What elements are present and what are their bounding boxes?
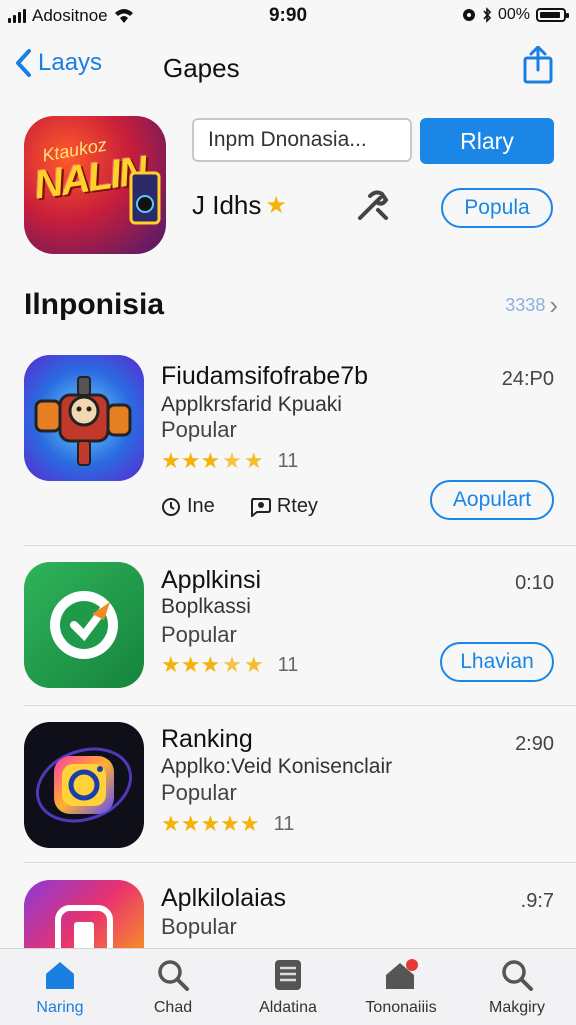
back-button[interactable]: Laays (14, 48, 102, 78)
instagram-icon (55, 905, 113, 948)
see-all-label: 3338 (505, 295, 546, 315)
see-all-link[interactable]: 3338 › (505, 290, 558, 321)
app-subtitle: Applkrsfarid Kpuaki (161, 393, 342, 416)
app-rating: ★★★★★ 11 (161, 652, 298, 678)
home-icon (46, 962, 74, 989)
app-icon-camera[interactable] (24, 722, 144, 848)
app-action-button[interactable]: Lhavian (440, 642, 554, 682)
app-rating: ★★★★★ 11 (161, 811, 294, 837)
app-time: 24:P0 (501, 368, 554, 390)
camera-icon (35, 747, 133, 823)
tab-home[interactable]: Naring (5, 957, 115, 1017)
notification-badge: 1 (418, 959, 424, 970)
star-icon: ★ (265, 192, 287, 219)
featured-app-icon[interactable]: Ktaukoz NALIN (24, 116, 166, 254)
tab-label: Makgiry (488, 999, 545, 1016)
rating-count: 11 (273, 812, 295, 835)
app-icon-green[interactable] (24, 562, 144, 688)
battery-percent: 00% (497, 6, 530, 23)
clock-icon (162, 497, 180, 516)
search-input[interactable] (192, 118, 412, 162)
rating-count: 11 (277, 653, 299, 676)
star-icon: ★ (243, 448, 264, 473)
app-time: .9:7 (520, 890, 554, 912)
app-subtitle: Boplkassi (161, 595, 251, 618)
star-icon: ★★★ (161, 652, 221, 677)
app-rating: ★★★★★ 11 (161, 448, 298, 474)
star-icon: ★★★★★ (161, 811, 260, 836)
speaker-icon (129, 171, 161, 225)
chat-icon (250, 497, 271, 517)
app-subtitle: Bopular (161, 914, 237, 939)
meta-clock-label: Ine (187, 495, 215, 517)
back-label: Laays (38, 49, 103, 76)
tab-bar: Naring Chad Aldatina 1 Tononaiiis Makgir… (0, 948, 576, 1025)
star-icon: ★★★ (161, 448, 221, 473)
nav-bar: Laays Gapes (0, 40, 576, 96)
app-name[interactable]: Fiudamsifofrabe7b (161, 362, 368, 391)
bluetooth-icon (483, 7, 492, 23)
tab-chat[interactable]: Chad (118, 957, 228, 1017)
rating-count: 11 (277, 449, 299, 472)
house-badge-icon (386, 959, 418, 989)
app-category: Popular (161, 622, 237, 647)
status-right: 00% (462, 6, 569, 24)
tab-label: Chad (153, 999, 193, 1016)
half-star-icon: ★ (222, 448, 242, 473)
app-subtitle: Applko:Veid Konisenclair (161, 755, 393, 778)
featured-rating: J Idhs ★ (192, 190, 287, 221)
divider (24, 705, 576, 706)
star-icon: ★ (243, 652, 264, 677)
tab-label: Naring (36, 999, 84, 1016)
app-name[interactable]: Ranking (161, 725, 253, 754)
app-category: Popular (161, 417, 237, 442)
tab-data[interactable]: Aldatina (233, 957, 343, 1017)
tab-label: Aldatina (259, 999, 317, 1016)
check-clock-icon (50, 591, 118, 659)
meta-chat-label: Rtey (276, 495, 318, 517)
chevron-left-icon (16, 49, 31, 77)
tab-search[interactable]: Makgiry (462, 957, 572, 1017)
location-icon (462, 9, 475, 21)
app-action-button[interactable]: Aopulart (430, 480, 554, 520)
tab-notifications[interactable]: 1 Tononaiiis (346, 957, 456, 1017)
section-title: Ilnponisia (24, 288, 165, 321)
app-category: Popular (161, 780, 237, 805)
divider (24, 862, 576, 863)
app-time: 2:90 (515, 733, 554, 755)
chevron-right-icon: › (549, 290, 558, 320)
featured-rating-text: J Idhs (192, 190, 262, 220)
tools-icon[interactable] (356, 190, 390, 222)
app-name[interactable]: Applkinsi (161, 566, 261, 595)
battery-icon (536, 8, 569, 22)
search-icon (502, 960, 533, 991)
tab-label: Tononaiiis (365, 999, 437, 1016)
document-icon (275, 960, 301, 990)
app-icon-robot[interactable] (24, 355, 144, 481)
app-name[interactable]: Aplkilolaias (161, 884, 286, 913)
app-time: 0:10 (515, 572, 554, 594)
popula-button[interactable]: Popula (441, 188, 553, 228)
meta-clock[interactable]: Ine (161, 495, 215, 518)
meta-chat[interactable]: Rtey (249, 495, 318, 518)
app-meta: Ine Rtey (161, 495, 318, 518)
app-icon-gradient[interactable] (24, 880, 144, 948)
half-star-icon: ★ (222, 652, 242, 677)
robot-icon (34, 376, 132, 466)
play-button[interactable]: Rlary (420, 118, 554, 164)
page-title: Gapes (163, 53, 240, 83)
search-icon (158, 960, 189, 991)
divider (24, 545, 576, 546)
status-bar: Adositnoe 9:90 00% (0, 0, 576, 34)
share-icon[interactable] (522, 46, 554, 84)
